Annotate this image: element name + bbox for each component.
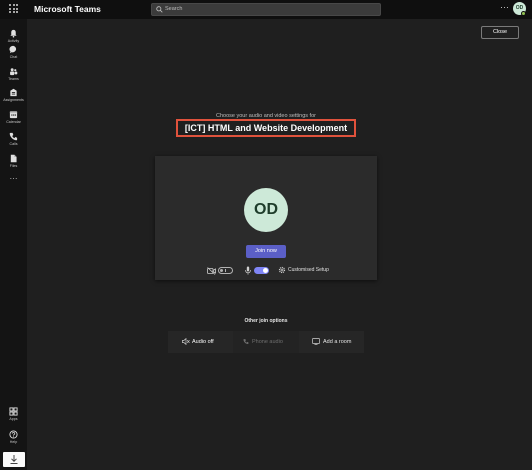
close-button[interactable]: Close <box>481 26 519 39</box>
phone-icon <box>9 132 18 141</box>
speaker-off-icon <box>182 338 190 345</box>
chat-icon <box>9 45 17 54</box>
download-button[interactable] <box>3 452 25 467</box>
rail-item-help[interactable]: Help <box>0 430 27 444</box>
app-rail: Activity Chat Teams Assignments Calendar <box>0 19 27 470</box>
presence-badge <box>521 11 526 16</box>
gear-icon[interactable] <box>278 266 286 274</box>
microphone-icon <box>245 266 251 275</box>
rail-label: Activity <box>7 39 20 43</box>
other-join-options-heading: Other join options <box>244 318 288 324</box>
app-launcher-icon[interactable] <box>9 4 18 13</box>
room-icon <box>312 338 320 345</box>
audio-off-option[interactable]: Audio off <box>168 331 233 353</box>
download-icon <box>10 455 18 464</box>
rail-item-calls[interactable]: Calls <box>0 132 27 146</box>
search-icon <box>156 6 163 13</box>
phone-audio-option[interactable]: Phone audio <box>233 331 299 353</box>
join-now-button[interactable]: Join now <box>246 245 286 258</box>
rail-label: Calendar <box>6 120 21 124</box>
microphone-toggle[interactable] <box>254 267 269 274</box>
rail-item-assignments[interactable]: Assignments <box>0 88 27 102</box>
file-icon <box>10 154 17 163</box>
add-room-option[interactable]: Add a room <box>299 331 364 353</box>
user-avatar: OD <box>244 188 288 232</box>
rail-item-files[interactable]: Files <box>0 154 27 168</box>
add-room-label: Add a room <box>323 339 352 345</box>
rail-item-chat[interactable]: Chat <box>0 45 27 59</box>
app-title: Microsoft Teams <box>34 4 101 14</box>
more-options-icon[interactable]: ··· <box>500 2 509 12</box>
other-join-options: Audio off Phone audio Add a room <box>168 331 364 353</box>
search-input[interactable]: Search <box>151 3 381 16</box>
rail-more-icon[interactable]: ··· <box>0 174 27 183</box>
camera-off-icon <box>207 267 216 275</box>
rail-label: Calls <box>9 142 18 146</box>
assignments-icon <box>10 88 17 97</box>
rail-label: Teams <box>8 77 19 81</box>
rail-label: Assignments <box>3 98 24 102</box>
teams-icon <box>10 68 18 76</box>
rail-label: Chat <box>9 55 18 59</box>
rail-label: Files <box>9 164 18 168</box>
help-icon <box>9 430 18 439</box>
rail-item-apps[interactable]: Apps <box>0 407 27 421</box>
customised-setup-label[interactable]: Customised Setup <box>288 267 329 273</box>
phone-audio-label: Phone audio <box>252 339 283 345</box>
meeting-title: [ICT] HTML and Website Development <box>176 119 356 137</box>
bell-icon <box>10 29 17 38</box>
audio-off-label: Audio off <box>192 339 214 345</box>
phone-icon <box>243 339 249 345</box>
title-bar: Microsoft Teams Search ··· OD <box>0 0 532 19</box>
rail-item-activity[interactable]: Activity <box>0 29 27 43</box>
rail-label: Help <box>9 440 18 444</box>
camera-toggle[interactable] <box>218 267 233 274</box>
rail-item-teams[interactable]: Teams <box>0 67 27 81</box>
search-placeholder: Search <box>165 6 183 12</box>
rail-label: Apps <box>9 417 18 421</box>
apps-icon <box>9 407 18 416</box>
device-controls: Customised Setup <box>155 265 377 277</box>
video-preview: OD Join now Customised Setup <box>155 156 377 280</box>
